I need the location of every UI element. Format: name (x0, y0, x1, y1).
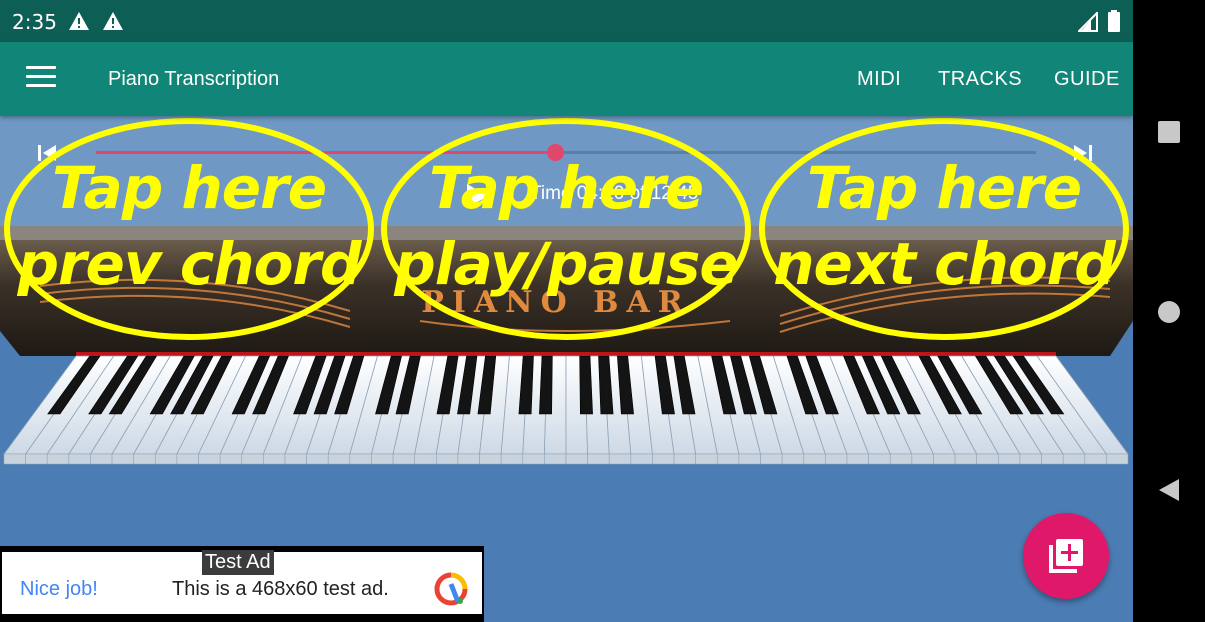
test-ad-badge: Test Ad (202, 550, 274, 575)
app-bar: Piano Transcription MIDI TRACKS GUIDE (0, 42, 1133, 116)
white-key-front (868, 453, 891, 465)
white-key-front (90, 453, 113, 465)
recents-icon[interactable] (1157, 120, 1181, 144)
white-key-front (133, 453, 156, 465)
white-key-front (479, 453, 502, 465)
white-key-front (760, 453, 783, 465)
white-key-front (781, 453, 805, 465)
white-key-front (457, 453, 480, 465)
white-key-front (241, 453, 264, 465)
guide-button[interactable]: GUIDE (1054, 68, 1120, 91)
white-key-front (933, 453, 956, 465)
white-key-front (630, 453, 653, 465)
play-pause-zone[interactable]: Tap here play/pause (380, 116, 752, 342)
white-key-front (392, 453, 415, 465)
menu-icon[interactable] (26, 66, 56, 90)
white-key-front (1019, 453, 1042, 465)
prev-chord-zone[interactable]: Tap here prev chord (3, 116, 375, 342)
white-key-front (998, 453, 1021, 465)
black-key[interactable] (539, 355, 553, 415)
white-key-front (306, 453, 329, 465)
white-key-front (544, 453, 567, 465)
status-time: 2:35 (12, 10, 57, 34)
white-key-front (695, 453, 718, 465)
white-key-front (673, 453, 696, 465)
white-key-front (565, 453, 588, 465)
overlay-line2: prev chord (17, 230, 361, 298)
white-key-front (349, 453, 372, 465)
tracks-button[interactable]: TRACKS (938, 68, 1022, 91)
overlay-line2: next chord (773, 230, 1116, 298)
white-key-front (889, 453, 913, 465)
app-title: Piano Transcription (108, 68, 280, 90)
ad-headline: Nice job! (20, 578, 98, 600)
white-key-front (717, 453, 740, 465)
ad-body: This is a 468x60 test ad. (172, 578, 389, 600)
white-key-front (1041, 453, 1064, 465)
white-key-front (68, 453, 91, 465)
status-bar: 2:35 (0, 0, 1133, 42)
white-key-front (1106, 453, 1129, 465)
white-key-front (1062, 453, 1086, 465)
highlight-ellipse (4, 118, 374, 340)
piano-keyboard[interactable] (3, 355, 1129, 465)
white-key-front (219, 453, 243, 465)
white-key-front (176, 453, 199, 465)
white-key-front (652, 453, 675, 465)
white-key-front (1084, 453, 1107, 465)
highlight-ellipse (759, 118, 1129, 340)
ad-logo-icon (434, 572, 468, 606)
overlay-line1: Tap here (806, 154, 1082, 222)
midi-button[interactable]: MIDI (857, 68, 901, 91)
white-key-front (803, 453, 826, 465)
white-key-front (608, 453, 632, 465)
white-key-front (738, 453, 761, 465)
white-key-front (911, 453, 934, 465)
overlay-line1: Tap here (428, 154, 704, 222)
white-key-front (155, 453, 178, 465)
warning-icon (69, 12, 89, 30)
white-key-front (198, 453, 221, 465)
white-key-front (500, 453, 524, 465)
white-key-front (25, 453, 48, 465)
white-key-front (46, 453, 70, 465)
white-key-front (846, 453, 869, 465)
next-chord-zone[interactable]: Tap here next chord (758, 116, 1130, 342)
white-key-front (587, 453, 610, 465)
highlight-ellipse (381, 118, 751, 340)
add-to-library-button[interactable] (1023, 513, 1109, 599)
white-key-front (327, 453, 351, 465)
white-key-front (111, 453, 134, 465)
white-key-front (284, 453, 307, 465)
black-key[interactable] (579, 355, 593, 415)
white-key-front (3, 453, 26, 465)
nav-bar (1133, 0, 1205, 622)
back-icon[interactable] (1157, 478, 1181, 502)
battery-icon (1108, 10, 1120, 32)
white-key-front (954, 453, 977, 465)
white-key-front (414, 453, 437, 465)
home-icon[interactable] (1157, 300, 1181, 324)
overlay-line1: Tap here (51, 154, 327, 222)
white-key-front (371, 453, 394, 465)
warning-icon (103, 12, 123, 30)
white-key-front (976, 453, 999, 465)
white-key-front (825, 453, 848, 465)
white-key-front (522, 453, 545, 465)
white-key-front (436, 453, 459, 465)
add-to-library-icon (1049, 539, 1083, 573)
overlay-line2: play/pause (394, 230, 739, 298)
white-key-front (263, 453, 286, 465)
signal-icon (1078, 12, 1098, 32)
